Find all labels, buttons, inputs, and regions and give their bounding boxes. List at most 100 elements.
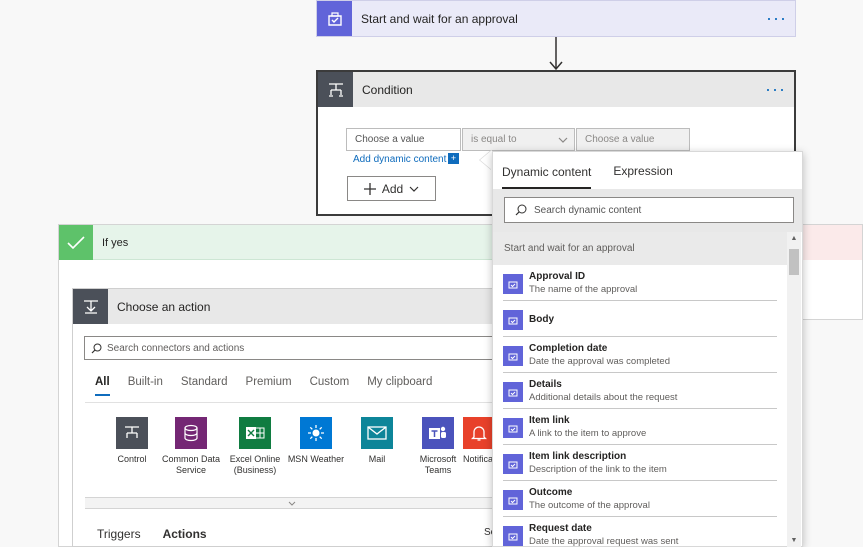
- dynamic-panel-tabs: Dynamic content Expression: [493, 152, 802, 189]
- condition-header[interactable]: Condition ···: [318, 72, 794, 107]
- connector-tiles: Control Common Data Service Excel Online…: [85, 402, 499, 497]
- dynamic-item-name: Outcome: [529, 487, 573, 498]
- dynamic-item-name: Approval ID: [529, 271, 586, 282]
- tile-label: Common Data Service: [161, 454, 221, 475]
- plus-icon: [363, 182, 376, 195]
- condition-left-value-input[interactable]: Choose a value: [346, 128, 461, 151]
- scroll-down-icon[interactable]: ▼: [787, 537, 801, 544]
- tab-my-clipboard[interactable]: My clipboard: [367, 376, 432, 396]
- connector-tile-common-data-service[interactable]: Common Data Service: [159, 417, 223, 476]
- approval-token-icon: [503, 346, 523, 366]
- dynamic-item-name: Item link description: [529, 451, 627, 462]
- tab-built-in[interactable]: Built-in: [128, 376, 163, 396]
- dynamic-scrollbar[interactable]: ▲ ▼: [787, 232, 801, 547]
- dynamic-item-outcome[interactable]: Outcome The outcome of the approval: [503, 481, 777, 517]
- dynamic-item-name: Request date: [529, 523, 592, 534]
- scroll-up-icon[interactable]: ▲: [787, 235, 801, 242]
- tab-triggers[interactable]: Triggers: [97, 527, 141, 541]
- operator-label: is equal to: [471, 134, 517, 145]
- approval-menu-button[interactable]: ···: [766, 1, 787, 36]
- action-icon: [73, 289, 108, 324]
- approval-token-icon: [503, 382, 523, 402]
- add-button-label: Add: [381, 181, 404, 196]
- if-yes-header[interactable]: If yes: [59, 225, 497, 260]
- weather-icon: [300, 417, 332, 449]
- approval-step-card[interactable]: Start and wait for an approval ···: [316, 0, 796, 37]
- dynamic-item-name: Details: [529, 379, 562, 390]
- dynamic-item-item-link[interactable]: Item link A link to the item to approve: [503, 409, 777, 445]
- add-button[interactable]: Add: [347, 176, 436, 201]
- dynamic-section-header: Start and wait for an approval: [493, 232, 788, 265]
- search-dynamic-placeholder: Search dynamic content: [534, 204, 642, 216]
- approval-token-icon: [503, 274, 523, 294]
- condition-operator-select[interactable]: is equal to: [462, 128, 575, 151]
- condition-right-value-input[interactable]: Choose a value: [576, 128, 690, 151]
- trigger-action-tabs: Triggers Actions: [97, 527, 207, 541]
- tile-label: Excel Online (Business): [229, 454, 281, 475]
- choose-action-card: Choose an action Search connectors and a…: [72, 288, 504, 547]
- dynamic-item-item-link-description[interactable]: Item link description Description of the…: [503, 445, 777, 481]
- tile-label: Mail: [368, 454, 386, 464]
- tab-all[interactable]: All: [95, 376, 110, 396]
- flyout-caret: [480, 150, 492, 170]
- tile-label: Control: [117, 454, 147, 464]
- dynamic-item-details[interactable]: Details Additional details about the req…: [503, 373, 777, 409]
- add-dynamic-content-link[interactable]: Add dynamic content: [353, 154, 446, 165]
- teams-icon: [422, 417, 454, 449]
- approval-token-icon: [503, 490, 523, 510]
- dynamic-item-desc: Date the approval request was sent: [529, 536, 679, 547]
- dynamic-item-request-date[interactable]: Request date Date the approval request w…: [503, 517, 777, 547]
- chevron-down-icon: [558, 137, 568, 143]
- tab-dynamic-content[interactable]: Dynamic content: [502, 155, 592, 189]
- scroll-thumb[interactable]: [789, 249, 799, 275]
- dynamic-item-approval-id[interactable]: Approval ID The name of the approval: [503, 265, 777, 301]
- search-icon: [515, 204, 527, 216]
- connector-tabs: All Built-in Standard Premium Custom My …: [95, 376, 432, 396]
- search-dynamic-content-input[interactable]: Search dynamic content: [504, 197, 794, 223]
- approval-step-title: Start and wait for an approval: [361, 11, 518, 26]
- check-icon: [59, 225, 93, 260]
- dynamic-item-completion-date[interactable]: Completion date Date the approval was co…: [503, 337, 777, 373]
- connector-tile-microsoft-teams[interactable]: Microsoft Teams: [406, 417, 470, 476]
- chevron-down-icon: [288, 501, 296, 506]
- tab-standard[interactable]: Standard: [181, 376, 228, 396]
- connector-tile-mail[interactable]: Mail: [345, 417, 409, 465]
- expand-connectors-button[interactable]: [85, 497, 499, 509]
- tab-expression[interactable]: Expression: [613, 164, 672, 178]
- choose-action-header[interactable]: Choose an action: [73, 289, 497, 324]
- notification-icon: [463, 417, 495, 449]
- tab-custom[interactable]: Custom: [310, 376, 350, 396]
- dynamic-item-desc: Date the approval was completed: [529, 356, 670, 367]
- dynamic-search-area: Search dynamic content: [493, 189, 802, 232]
- connector-tile-control[interactable]: Control: [100, 417, 164, 465]
- tab-actions[interactable]: Actions: [163, 527, 207, 541]
- dynamic-item-desc: The name of the approval: [529, 284, 638, 295]
- add-dynamic-plus-icon[interactable]: +: [448, 153, 459, 164]
- search-connectors-input[interactable]: Search connectors and actions: [84, 336, 504, 360]
- connector-tile-msn-weather[interactable]: MSN Weather: [284, 417, 348, 465]
- excel-icon: [239, 417, 271, 449]
- control-icon: [116, 417, 148, 449]
- if-yes-label: If yes: [102, 236, 129, 249]
- search-icon: [91, 343, 102, 353]
- condition-menu-button[interactable]: ···: [765, 72, 786, 107]
- dynamic-item-desc: A link to the item to approve: [529, 428, 647, 439]
- approval-token-icon: [503, 310, 523, 330]
- tile-label: Microsoft Teams: [419, 454, 457, 475]
- connector-tile-excel-online[interactable]: Excel Online (Business): [223, 417, 287, 476]
- dynamic-item-name: Item link: [529, 415, 570, 426]
- search-connectors-placeholder: Search connectors and actions: [107, 342, 245, 354]
- mail-icon: [361, 417, 393, 449]
- dynamic-item-name: Completion date: [529, 343, 608, 354]
- dynamic-item-desc: The outcome of the approval: [529, 500, 650, 511]
- condition-title: Condition: [362, 82, 413, 97]
- dynamic-item-name: Body: [529, 314, 554, 325]
- choose-action-title: Choose an action: [117, 299, 211, 314]
- tile-label: MSN Weather: [287, 454, 345, 464]
- tab-premium[interactable]: Premium: [246, 376, 292, 396]
- dynamic-item-desc: Description of the link to the item: [529, 464, 667, 475]
- flow-arrow-icon: [549, 37, 563, 71]
- dynamic-item-body[interactable]: Body: [503, 301, 777, 337]
- condition-icon: [318, 72, 353, 107]
- approval-token-icon: [503, 418, 523, 438]
